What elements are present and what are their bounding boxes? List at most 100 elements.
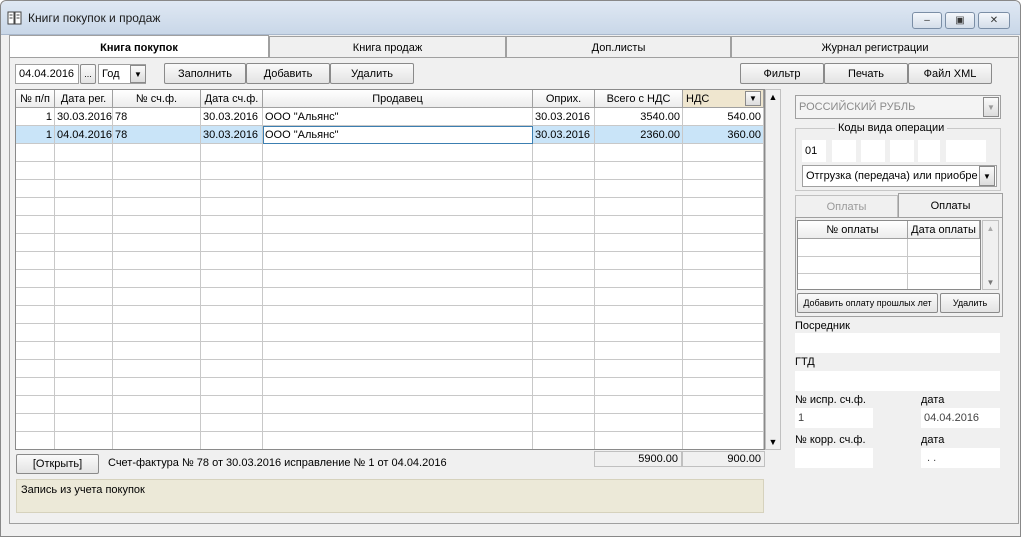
op-description-select[interactable]: Отгрузка (передача) или приобре	[802, 165, 997, 187]
cell-seller[interactable]	[263, 432, 533, 449]
cell-invoice-no[interactable]	[113, 396, 201, 414]
cell-total[interactable]	[595, 306, 683, 324]
cell-num[interactable]	[16, 342, 55, 360]
cell-vat[interactable]	[683, 144, 764, 162]
col-header-invoice-date[interactable]: Дата сч.ф.	[201, 90, 263, 108]
cell-reg-date[interactable]	[55, 162, 113, 180]
cell-invoice-date[interactable]	[201, 414, 263, 432]
cell-invoice-no[interactable]	[113, 216, 201, 234]
cell-vat[interactable]	[683, 198, 764, 216]
gtd-field[interactable]	[795, 371, 1000, 391]
cell-invoice-no[interactable]	[113, 252, 201, 270]
cell-total[interactable]	[595, 414, 683, 432]
purchase-grid[interactable]: № п/п Дата рег. № сч.ф. Дата сч.ф. Прода…	[15, 89, 765, 450]
cell-reg-date[interactable]	[55, 414, 113, 432]
currency-dropdown-icon[interactable]: ▼	[983, 97, 999, 117]
cell-vat[interactable]	[683, 306, 764, 324]
cell-invoice-date[interactable]	[201, 342, 263, 360]
scroll-down-icon[interactable]: ▼	[766, 435, 780, 449]
cell-reg-date[interactable]	[55, 216, 113, 234]
cell-num[interactable]	[16, 162, 55, 180]
cell-posted[interactable]	[533, 288, 595, 306]
cell-invoice-date[interactable]: 30.03.2016	[201, 108, 263, 126]
cell-invoice-no[interactable]	[113, 414, 201, 432]
cell-total[interactable]	[595, 162, 683, 180]
cell-vat[interactable]	[683, 252, 764, 270]
cell-total[interactable]	[595, 252, 683, 270]
cell-vat[interactable]	[683, 342, 764, 360]
col-header-num[interactable]: № п/п	[16, 90, 55, 108]
cell-num[interactable]	[16, 378, 55, 396]
cell-invoice-date[interactable]	[201, 288, 263, 306]
cell-reg-date[interactable]	[55, 144, 113, 162]
cell-num[interactable]	[16, 306, 55, 324]
filter-button[interactable]: Фильтр	[740, 63, 824, 84]
print-button[interactable]: Печать	[824, 63, 908, 84]
minimize-button[interactable]: ‒	[912, 12, 942, 29]
cell-invoice-date[interactable]	[201, 252, 263, 270]
op-code-2[interactable]	[832, 140, 856, 162]
cell-posted[interactable]	[533, 342, 595, 360]
cell-posted[interactable]	[533, 144, 595, 162]
cell-posted[interactable]	[533, 396, 595, 414]
cell-total[interactable]	[595, 180, 683, 198]
cell-invoice-date[interactable]	[201, 216, 263, 234]
cell-invoice-date[interactable]	[201, 432, 263, 449]
cell-num[interactable]	[16, 288, 55, 306]
col-header-invoice-no[interactable]: № сч.ф.	[113, 90, 201, 108]
cell-invoice-no[interactable]: 78	[113, 126, 201, 144]
op-code-5[interactable]	[918, 140, 940, 162]
cell-invoice-no[interactable]	[113, 144, 201, 162]
tab-payments-inactive[interactable]: Оплаты	[795, 195, 898, 217]
cell-total[interactable]	[595, 396, 683, 414]
cell-seller[interactable]	[263, 162, 533, 180]
cell-vat[interactable]	[683, 162, 764, 180]
cell-num[interactable]: 1	[16, 108, 55, 126]
cell-invoice-no[interactable]	[113, 198, 201, 216]
op-code-3[interactable]	[861, 140, 885, 162]
cell-posted[interactable]	[533, 306, 595, 324]
currency-select[interactable]: РОССИЙСКИЙ РУБЛЬ	[795, 95, 1001, 119]
tab-purchase-book[interactable]: Книга покупок	[9, 35, 269, 59]
cell-vat[interactable]	[683, 324, 764, 342]
cell-reg-date[interactable]	[55, 396, 113, 414]
cell-reg-date[interactable]: 04.04.2016	[55, 126, 113, 144]
cell-num[interactable]: 1	[16, 126, 55, 144]
cell-seller[interactable]	[263, 360, 533, 378]
cell-invoice-date[interactable]	[201, 144, 263, 162]
xml-file-button[interactable]: Файл XML	[908, 63, 992, 84]
cell-invoice-date[interactable]	[201, 198, 263, 216]
cell-reg-date[interactable]	[55, 234, 113, 252]
cell-vat[interactable]: 540.00	[683, 108, 764, 126]
cell-vat[interactable]	[683, 288, 764, 306]
cell-reg-date[interactable]	[55, 198, 113, 216]
cell-total[interactable]	[595, 378, 683, 396]
cell-num[interactable]	[16, 144, 55, 162]
cell-invoice-date[interactable]	[201, 360, 263, 378]
cell-posted[interactable]	[533, 324, 595, 342]
cell-num[interactable]	[16, 414, 55, 432]
cell-invoice-no[interactable]	[113, 360, 201, 378]
payments-grid[interactable]: № оплаты Дата оплаты	[797, 220, 981, 290]
cell-posted[interactable]	[533, 414, 595, 432]
cell-posted[interactable]	[533, 180, 595, 198]
cell-invoice-no[interactable]	[113, 378, 201, 396]
cell-posted[interactable]	[533, 432, 595, 449]
delete-payment-button[interactable]: Удалить	[940, 293, 1000, 313]
adj-invoice-field[interactable]	[795, 448, 873, 468]
corr-date-field[interactable]: 04.04.2016	[921, 408, 1000, 428]
cell-invoice-no[interactable]: 78	[113, 108, 201, 126]
cell-total[interactable]: 2360.00	[595, 126, 683, 144]
cell-reg-date[interactable]	[55, 180, 113, 198]
cell-reg-date[interactable]: 30.03.2016	[55, 108, 113, 126]
cell-invoice-date[interactable]: 30.03.2016	[201, 126, 263, 144]
cell-posted[interactable]	[533, 216, 595, 234]
cell-invoice-date[interactable]	[201, 396, 263, 414]
cell-invoice-date[interactable]	[201, 234, 263, 252]
cell-posted[interactable]: 30.03.2016	[533, 108, 595, 126]
cell-invoice-no[interactable]	[113, 432, 201, 449]
cell-vat[interactable]	[683, 216, 764, 234]
cell-total[interactable]	[595, 432, 683, 449]
cell-seller[interactable]	[263, 396, 533, 414]
cell-reg-date[interactable]	[55, 252, 113, 270]
